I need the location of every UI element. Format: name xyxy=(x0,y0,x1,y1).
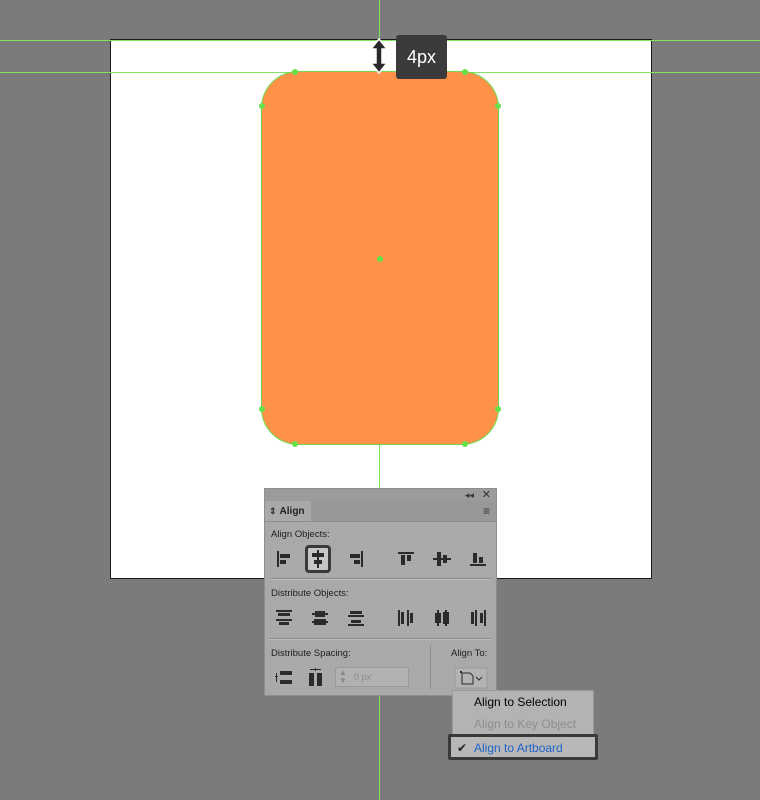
center-point[interactable] xyxy=(377,256,383,262)
vertical-distribute-top-icon xyxy=(276,610,292,625)
tab-align[interactable]: ⇕ Align xyxy=(265,501,311,521)
collapse-icon[interactable]: ◂◂ xyxy=(465,489,474,501)
align-to-dropdown-button[interactable] xyxy=(454,667,488,689)
spacing-value-field[interactable]: ▲ ▼ 0 px xyxy=(335,667,409,687)
horizontal-align-left-button[interactable] xyxy=(273,548,295,570)
horizontal-align-right-icon xyxy=(350,551,363,567)
anchor-point[interactable] xyxy=(462,441,468,447)
checkmark-icon: ✔ xyxy=(457,741,468,755)
anchor-point[interactable] xyxy=(292,69,298,75)
menu-item-label: Align to Artboard xyxy=(474,741,563,755)
vertical-distribute-center-button[interactable] xyxy=(309,607,331,629)
menu-item-align-to-key-object: Align to Key Object xyxy=(453,713,593,735)
horizontal-distribute-right-button[interactable] xyxy=(467,607,489,629)
align-to-label: Align To: xyxy=(451,648,488,659)
vertical-align-center-icon xyxy=(433,552,451,566)
distribute-spacing-label: Distribute Spacing: xyxy=(271,648,351,659)
distribute-objects-label: Distribute Objects: xyxy=(271,588,349,599)
menu-item-label: Align to Key Object xyxy=(474,717,577,731)
close-icon[interactable]: ✕ xyxy=(482,488,491,502)
vertical-distribute-bottom-icon xyxy=(348,611,364,626)
spacing-value: 0 px xyxy=(354,672,372,682)
vertical-distribute-top-button[interactable] xyxy=(273,607,295,629)
divider xyxy=(430,645,431,689)
anchor-point[interactable] xyxy=(462,69,468,75)
horizontal-align-right-button[interactable] xyxy=(345,548,367,570)
anchor-point[interactable] xyxy=(495,406,501,412)
anchor-point[interactable] xyxy=(259,103,265,109)
panel-tab-row: ⇕ Align ≡ xyxy=(265,501,496,522)
tab-align-label: Align xyxy=(279,506,305,517)
align-panel: ◂◂ ✕ ⇕ Align ≡ Align Objects: Distribute … xyxy=(264,488,497,696)
anchor-point[interactable] xyxy=(259,406,265,412)
horizontal-distribute-space-button[interactable] xyxy=(305,667,327,689)
menu-item-align-to-selection[interactable]: Align to Selection xyxy=(453,691,593,713)
vertical-align-bottom-icon xyxy=(470,553,486,566)
horizontal-distribute-space-icon xyxy=(309,668,322,686)
menu-item-align-to-artboard[interactable]: ✔ Align to Artboard xyxy=(448,734,598,760)
align-to-menu: Align to Selection Align to Key Object ✔… xyxy=(448,690,598,760)
horizontal-distribute-right-icon xyxy=(471,610,486,626)
horizontal-align-left-icon xyxy=(277,551,290,567)
divider xyxy=(270,638,491,639)
menu-item-label: Align to Selection xyxy=(474,695,567,709)
horizontal-distribute-left-button[interactable] xyxy=(395,607,417,629)
artboard-dropdown-icon xyxy=(454,667,488,689)
sort-icon: ⇕ xyxy=(269,506,277,516)
distance-tooltip: 4px xyxy=(396,35,448,79)
anchor-point[interactable] xyxy=(495,103,501,109)
horizontal-align-center-icon xyxy=(312,550,324,568)
divider xyxy=(270,578,491,579)
vertical-align-center-button[interactable] xyxy=(431,548,453,570)
align-objects-label: Align Objects: xyxy=(271,529,330,540)
stepper-arrows-icon[interactable]: ▲ ▼ xyxy=(338,669,348,685)
vertical-distance-arrow-icon xyxy=(369,38,389,74)
horizontal-distribute-center-icon xyxy=(435,610,449,626)
vertical-distribute-center-icon xyxy=(312,611,328,625)
vertical-align-bottom-button[interactable] xyxy=(467,548,489,570)
vertical-distribute-bottom-button[interactable] xyxy=(345,607,367,629)
panel-titlebar[interactable]: ◂◂ ✕ xyxy=(265,489,496,501)
horizontal-align-center-button[interactable] xyxy=(305,545,331,573)
vertical-align-top-button[interactable] xyxy=(395,548,417,570)
horizontal-distribute-center-button[interactable] xyxy=(431,607,453,629)
vertical-distribute-space-button[interactable] xyxy=(273,667,295,689)
vertical-distribute-space-icon xyxy=(275,671,292,684)
horizontal-distribute-left-icon xyxy=(398,610,413,626)
panel-menu-icon[interactable]: ≡ xyxy=(483,505,490,517)
vertical-align-top-icon xyxy=(398,552,414,565)
anchor-point[interactable] xyxy=(292,441,298,447)
